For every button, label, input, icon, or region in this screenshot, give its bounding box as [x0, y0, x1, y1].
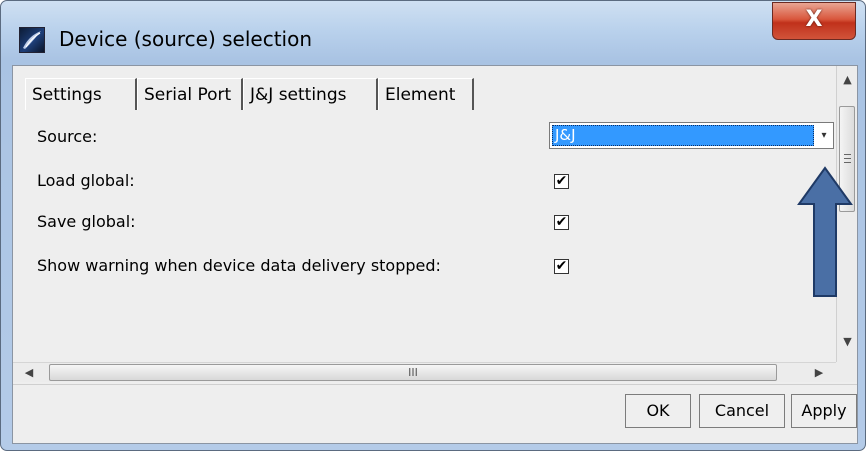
button-bar: OK Cancel Apply: [13, 384, 857, 443]
load-global-label: Load global:: [37, 171, 135, 190]
source-selected-value: J&J: [552, 125, 814, 146]
annotation-arrow-icon: [797, 166, 853, 297]
tab-element[interactable]: Element: [378, 78, 474, 110]
title-bar[interactable]: Device (source) selection X: [1, 1, 865, 61]
show-warning-checkbox[interactable]: ✔: [554, 259, 569, 274]
client-area: Settings Serial Port J&J settings Elemen…: [12, 65, 858, 444]
save-global-checkbox[interactable]: ✔: [554, 215, 569, 230]
cancel-button[interactable]: Cancel: [699, 394, 785, 428]
scroll-up-icon[interactable]: ▲: [837, 70, 858, 90]
tab-serial-port[interactable]: Serial Port: [137, 78, 243, 110]
tab-jj-settings[interactable]: J&J settings: [243, 78, 378, 110]
save-global-label: Save global:: [37, 212, 136, 231]
horizontal-scroll-thumb[interactable]: III: [49, 364, 777, 381]
scroll-left-icon[interactable]: ◀: [19, 363, 39, 383]
scrollbar-corner: [836, 362, 857, 382]
apply-button[interactable]: Apply: [791, 394, 857, 428]
scroll-down-icon[interactable]: ▼: [837, 332, 858, 352]
dialog-window: Device (source) selection X Settings Ser…: [0, 0, 866, 451]
dropdown-arrow-icon[interactable]: ▾: [817, 126, 831, 145]
close-button[interactable]: X: [772, 2, 856, 40]
scroll-right-icon[interactable]: ▶: [809, 363, 829, 383]
load-global-checkbox[interactable]: ✔: [554, 174, 569, 189]
horizontal-scrollbar[interactable]: ◀ III ▶: [13, 362, 836, 382]
window-title: Device (source) selection: [59, 27, 313, 51]
source-label: Source:: [37, 127, 98, 146]
source-select[interactable]: J&J ▾: [549, 122, 834, 149]
show-warning-label: Show warning when device data delivery s…: [37, 256, 441, 275]
ok-button[interactable]: OK: [625, 394, 691, 428]
tab-settings[interactable]: Settings: [25, 78, 137, 110]
app-icon: [19, 27, 45, 53]
settings-panel: Settings Serial Port J&J settings Elemen…: [13, 66, 836, 362]
